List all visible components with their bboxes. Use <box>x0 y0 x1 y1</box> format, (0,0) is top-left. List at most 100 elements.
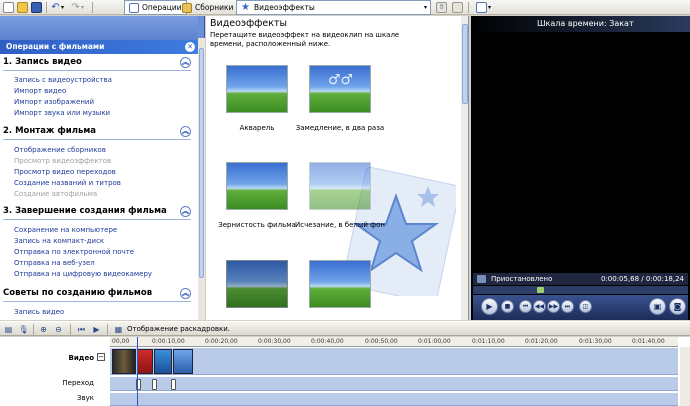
task-link[interactable]: Сохранение на компьютере <box>14 226 117 234</box>
collection-select-value: Видеоэффекты <box>254 3 315 12</box>
task-link[interactable]: Запись на компакт-диск <box>14 237 104 245</box>
collections-view-icon[interactable] <box>452 2 463 13</box>
stop-button[interactable]: ■ <box>501 300 514 313</box>
collections-button[interactable]: Сборники <box>177 0 238 15</box>
section-capture-video[interactable]: 1. Запись видео ︽ <box>3 57 191 68</box>
section-movie-tips[interactable]: Советы по созданию фильмов ︽ <box>3 288 191 299</box>
pane-description: Перетащите видеоэффект на видеоклип на ш… <box>210 31 400 48</box>
collapse-icon[interactable]: ✕ <box>185 42 195 52</box>
transition-marker[interactable] <box>171 379 176 390</box>
storyboard-view-icon[interactable]: ▦ <box>113 324 124 335</box>
video-clip[interactable] <box>154 349 172 374</box>
task-link[interactable]: Импорт изображений <box>14 98 94 106</box>
new-project-icon[interactable] <box>3 2 14 13</box>
play-timeline-icon[interactable]: ▶ <box>91 324 102 335</box>
previous-frame-button[interactable]: ⏮ <box>519 300 532 313</box>
zoom-in-icon[interactable]: ⊕ <box>38 324 49 335</box>
task-link[interactable]: Запись видео <box>14 308 64 316</box>
chevron-up-icon[interactable]: ︽ <box>180 288 191 299</box>
scrollbar-thumb[interactable] <box>462 24 468 104</box>
collection-select[interactable]: ★ Видеоэффекты ▾ <box>236 0 431 15</box>
chevron-up-icon[interactable]: ︽ <box>180 126 191 137</box>
rewind-button[interactable]: ◀◀ <box>533 300 546 313</box>
split-clip-button[interactable]: ◫ <box>579 300 592 313</box>
task-link[interactable]: Просмотр видео переходов <box>14 168 116 176</box>
time-tick: 0:00:20,00 <box>205 338 238 345</box>
playhead[interactable] <box>137 337 138 406</box>
redo-dropdown-icon[interactable]: ▾ <box>81 2 92 13</box>
effect-tile[interactable]: ♂♂ Замедление, в два раза <box>290 65 390 132</box>
timeline-scrollbar[interactable] <box>680 347 690 406</box>
view-dropdown-icon[interactable]: ▾ <box>488 2 499 13</box>
section-finish-movie[interactable]: 3. Завершение создания фильма ︽ <box>3 206 191 217</box>
zoom-out-icon[interactable]: ⊖ <box>53 324 64 335</box>
effect-tile[interactable]: Исчезание, в белый фон <box>290 162 390 229</box>
video-clip[interactable] <box>173 349 193 374</box>
playback-status: Приостановлено <box>491 275 553 283</box>
track-label-audio: Звук <box>77 394 94 402</box>
next-frame-button[interactable]: ⏭ <box>561 300 574 313</box>
tasks-button-label: Операции <box>142 3 182 12</box>
task-link[interactable]: Отображение сборников <box>14 146 106 154</box>
movie-tasks-pane: Операции с фильмами ✕ 1. Запись видео ︽ … <box>0 16 205 320</box>
fast-forward-button[interactable]: ▶▶ <box>547 300 560 313</box>
scrollbar-thumb[interactable] <box>199 48 204 278</box>
task-link[interactable]: Импорт звука или музыки <box>14 109 110 117</box>
section-title: 1. Запись видео <box>3 57 82 67</box>
chevron-up-icon[interactable]: ︽ <box>180 206 191 217</box>
task-link[interactable]: Импорт видео <box>14 87 66 95</box>
playback-controls: ▶ ■ ⏮ ◀◀ ▶▶ ⏭ ◫ ▣ ◙ <box>473 295 688 320</box>
timeline: 00,00 0:00:10,00 0:00:20,00 0:00:30,00 0… <box>0 337 690 406</box>
audio-track[interactable] <box>110 392 678 406</box>
task-link[interactable]: Запись с видеоустройства <box>14 76 112 84</box>
chevron-up-icon[interactable]: ︽ <box>180 57 191 68</box>
effect-thumbnail <box>226 260 288 308</box>
video-effects-pane: Видеоэффекты Перетащите видеоэффект на в… <box>206 16 469 320</box>
set-audio-levels-icon[interactable]: ▤ <box>3 324 14 335</box>
star-icon: ★ <box>241 1 250 13</box>
video-clip[interactable] <box>137 349 153 374</box>
section-edit-movie[interactable]: 2. Монтаж фильма ︽ <box>3 126 191 137</box>
take-picture-button[interactable]: ◙ <box>669 298 686 315</box>
play-button[interactable]: ▶ <box>481 298 498 315</box>
view-mode-label[interactable]: Отображение раскадровки. <box>127 325 230 333</box>
task-link[interactable]: Отправка на веб-узел <box>14 259 95 267</box>
view-options-icon[interactable] <box>476 2 487 13</box>
save-icon[interactable] <box>31 2 42 13</box>
open-folder-icon[interactable] <box>17 2 28 13</box>
video-track[interactable] <box>110 347 678 375</box>
fullscreen-button[interactable]: ▣ <box>649 298 666 315</box>
section-title: 2. Монтаж фильма <box>3 126 97 136</box>
playback-time: 0:00:05,68 / 0:00:18,24 <box>600 275 684 283</box>
task-link: Просмотр видеоэффектов <box>14 157 112 165</box>
transition-track[interactable] <box>110 376 678 391</box>
redo-icon[interactable]: ↷ <box>70 2 81 13</box>
section-divider <box>3 219 191 220</box>
up-level-icon[interactable]: ⇧ <box>436 2 447 13</box>
seek-bar[interactable] <box>473 286 688 294</box>
task-link: Создание автофильма <box>14 190 98 198</box>
effect-label: Замедление, в два раза <box>295 124 385 132</box>
transition-marker[interactable] <box>152 379 157 390</box>
time-ruler[interactable]: 00,00 0:00:10,00 0:00:20,00 0:00:30,00 0… <box>110 337 678 347</box>
rewind-timeline-icon[interactable]: ⏮ <box>76 324 87 335</box>
collapse-track-icon[interactable]: − <box>97 353 105 361</box>
task-pane-scrollbar[interactable] <box>198 38 205 320</box>
task-link[interactable]: Отправка по электронной почте <box>14 248 134 256</box>
toolbar-separator <box>33 324 34 335</box>
track-label-video: Видео <box>68 354 94 362</box>
undo-icon[interactable]: ↶ <box>50 2 61 13</box>
task-link[interactable]: Создание названий и титров <box>14 179 121 187</box>
task-link[interactable]: Отправка на цифровую видеокамеру <box>14 270 152 278</box>
seek-handle[interactable] <box>537 287 544 293</box>
section-title: 3. Завершение создания фильма <box>3 206 167 216</box>
effects-scrollbar[interactable] <box>461 16 468 320</box>
task-pane-header[interactable]: Операции с фильмами ✕ <box>0 40 198 54</box>
time-tick: 0:01:20,00 <box>525 338 558 345</box>
preview-screen <box>473 33 688 271</box>
time-tick: 0:01:10,00 <box>472 338 505 345</box>
effect-tile[interactable] <box>290 260 390 308</box>
video-clip[interactable] <box>112 349 136 374</box>
narrate-timeline-icon[interactable]: 🎙 <box>18 324 29 335</box>
section-divider <box>3 70 191 71</box>
